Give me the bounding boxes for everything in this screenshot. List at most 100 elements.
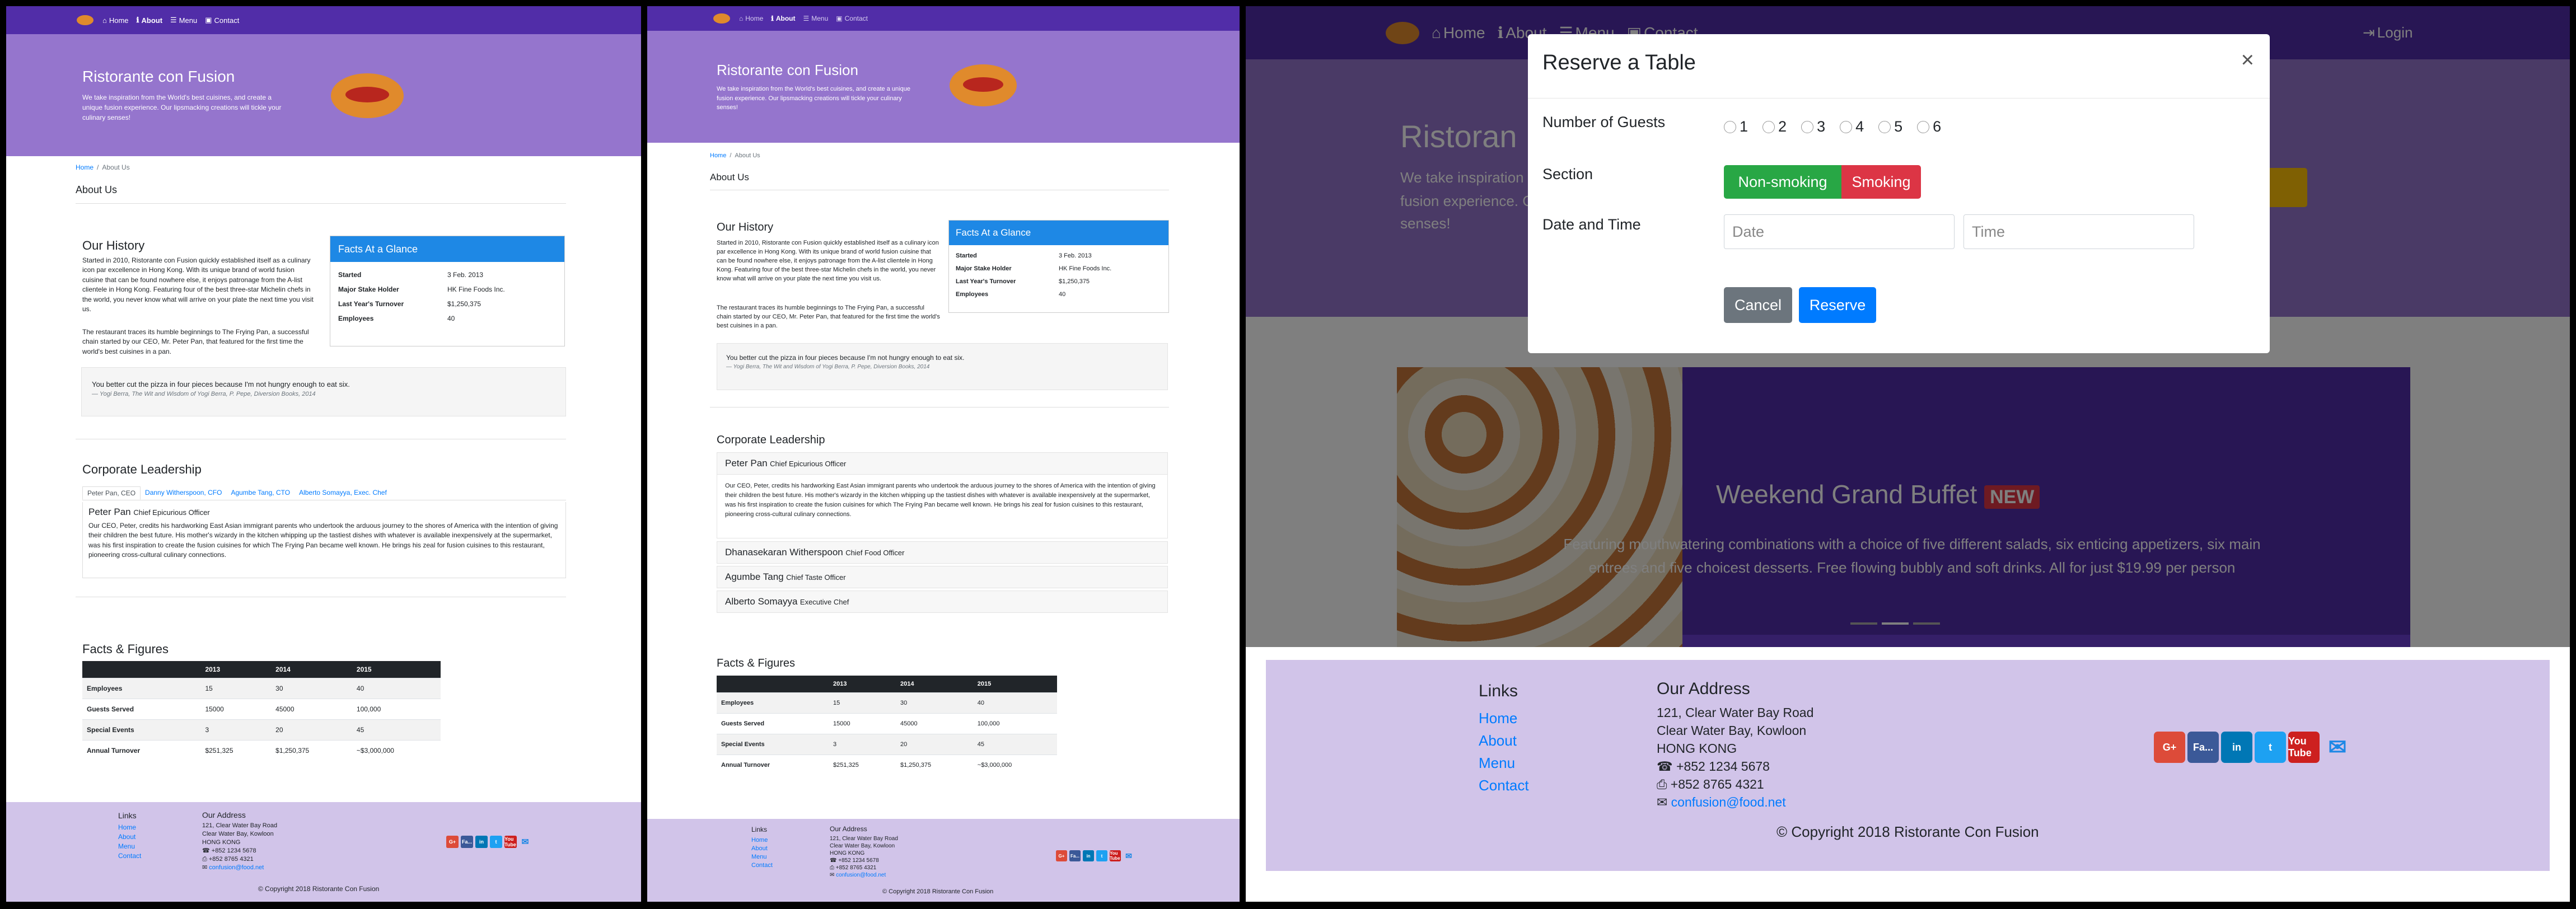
guest-option-1[interactable]: 1 (1724, 118, 1748, 135)
radio-icon[interactable] (1724, 120, 1736, 133)
guest-option-2[interactable]: 2 (1762, 118, 1787, 135)
nav-menu[interactable]: ☰Menu (803, 15, 828, 22)
home-icon: ⌂ (102, 16, 107, 25)
date-input[interactable]: Date (1724, 214, 1955, 249)
guest-option-4[interactable]: 4 (1840, 118, 1864, 135)
nav-about[interactable]: ℹAbout (771, 15, 795, 22)
footer-link-menu[interactable]: Menu (118, 842, 141, 851)
nav-about[interactable]: ℹAbout (137, 16, 163, 25)
close-icon[interactable]: × (2241, 48, 2254, 73)
accordion-item-2-header[interactable]: Dhanasekaran Witherspoon Chief Food Offi… (717, 541, 1168, 564)
reserve-button[interactable]: Reserve (1799, 287, 1876, 323)
fact-value: 3 Feb. 2013 (447, 271, 484, 279)
guest-option-3[interactable]: 3 (1801, 118, 1825, 135)
table-cell: 15 (829, 692, 896, 714)
accordion-item-4-header[interactable]: Alberto Somayya Executive Chef (717, 591, 1168, 613)
cancel-button[interactable]: Cancel (1724, 287, 1792, 323)
twitter-icon[interactable]: t (2255, 732, 2286, 763)
figures-heading: Facts & Figures (82, 642, 169, 656)
radio-icon[interactable] (1801, 120, 1814, 133)
accordion-item-1-header[interactable]: Peter Pan Chief Epicurious Officer (717, 452, 1168, 475)
footer-address: Our Address 121, Clear Water Bay Road Cle… (1657, 680, 1814, 810)
leadership-tab-4[interactable]: Alberto Somayya, Exec. Chef (294, 486, 391, 500)
nav-contact[interactable]: ▣Contact (205, 16, 239, 25)
radio-icon[interactable] (1878, 120, 1891, 133)
social-links: G+ Fa... in t You Tube ✉ (1056, 850, 1137, 861)
footer-email-link[interactable]: confusion@food.net (209, 864, 264, 871)
nav-home[interactable]: ⌂Home (102, 16, 129, 25)
table-cell: 45000 (271, 699, 352, 720)
fact-label: Started (338, 271, 362, 279)
non-smoking-button[interactable]: Non-smoking (1724, 165, 1841, 199)
footer-link-home[interactable]: Home (118, 823, 141, 832)
footer-link-menu[interactable]: Menu (751, 853, 773, 861)
footer: Links Home About Menu Contact Our Address 1… (647, 819, 1240, 902)
nav-home[interactable]: ⌂Home (739, 15, 763, 22)
nav-menu[interactable]: ☰Menu (170, 16, 197, 25)
breadcrumb: Home / About Us (710, 152, 760, 159)
facebook-icon[interactable]: Fa... (2187, 732, 2219, 763)
leadership-tabs: Peter Pan, CEO Danny Witherspoon, CFO Agum… (82, 486, 566, 500)
fact-label: Employees (956, 291, 989, 298)
twitter-icon[interactable]: t (1096, 850, 1107, 861)
footer-link-contact[interactable]: Contact (118, 851, 141, 861)
twitter-icon[interactable]: t (490, 836, 502, 848)
footer-link-about[interactable]: About (751, 845, 773, 853)
table-header-row: 2013 2014 2015 (82, 661, 441, 678)
fact-row: Last Year's Turnover $1,250,375 (956, 275, 1162, 288)
leadership-tab-1[interactable]: Peter Pan, CEO (82, 486, 141, 500)
guest-option-6[interactable]: 6 (1917, 118, 1941, 135)
linkedin-icon[interactable]: in (1083, 850, 1094, 861)
time-input[interactable]: Time (1963, 214, 2194, 249)
mail-icon[interactable]: ✉ (2322, 732, 2353, 763)
footer-link-home[interactable]: Home (751, 836, 773, 845)
guests-radio-group: 123456 (1724, 118, 1956, 135)
copyright: © Copyright 2018 Ristorante Con Fusion (1776, 823, 2039, 840)
guest-option-5[interactable]: 5 (1878, 118, 1902, 135)
breadcrumb-home[interactable]: Home (76, 163, 93, 171)
radio-icon[interactable] (1840, 120, 1853, 133)
google-plus-icon[interactable]: G+ (2154, 732, 2185, 763)
radio-icon[interactable] (1917, 120, 1930, 133)
table-cell: 3 (829, 734, 896, 755)
mail-icon[interactable]: ✉ (1123, 850, 1134, 861)
mail-icon[interactable]: ✉ (519, 836, 531, 848)
accordion-item-3-header[interactable]: Agumbe Tang Chief Taste Officer (717, 566, 1168, 588)
brand-logo[interactable] (713, 13, 730, 24)
footer: Links Home About Menu Contact Our Address 1… (1266, 660, 2550, 871)
linkedin-icon[interactable]: in (475, 836, 488, 848)
fax-icon: ⎙ (830, 865, 836, 871)
smoking-button[interactable]: Smoking (1841, 165, 1921, 199)
linkedin-icon[interactable]: in (2221, 732, 2252, 763)
facebook-icon[interactable]: Fa... (1069, 850, 1081, 861)
brand-logo[interactable] (77, 15, 93, 25)
footer-link-home[interactable]: Home (1479, 707, 1529, 729)
guests-label: Number of Guests (1542, 114, 1666, 130)
reserve-table-modal: Reserve a Table × Number of Guests 12345… (1528, 34, 2270, 353)
youtube-icon[interactable]: You Tube (2288, 732, 2320, 763)
footer-link-about[interactable]: About (1479, 729, 1529, 752)
youtube-icon[interactable]: You Tube (1110, 850, 1121, 861)
nav-contact[interactable]: ▣Contact (836, 15, 868, 22)
leadership-tab-3[interactable]: Agumbe Tang, CTO (226, 486, 294, 500)
list-icon: ☰ (170, 16, 177, 24)
footer-email-link[interactable]: confusion@food.net (1671, 795, 1786, 809)
envelope-icon: ✉ (830, 872, 836, 878)
breadcrumb-home[interactable]: Home (710, 152, 726, 159)
leadership-tab-2[interactable]: Danny Witherspoon, CFO (141, 486, 226, 500)
footer-link-menu[interactable]: Menu (1479, 752, 1529, 774)
table-row: Guests Served 15000 45000 100,000 (82, 699, 441, 720)
fax-icon: ⎙ (202, 856, 209, 863)
facebook-icon[interactable]: Fa... (461, 836, 473, 848)
footer-link-about[interactable]: About (118, 832, 141, 842)
footer-link-contact[interactable]: Contact (1479, 774, 1529, 796)
modal-title: Reserve a Table (1542, 51, 1696, 74)
table-cell: 15000 (200, 699, 272, 720)
youtube-icon[interactable]: You Tube (504, 836, 517, 848)
home-page-reserve-modal-view: ⌂Home ℹAbout ☰Menu ▣Contact ⇥Login Risto… (1246, 6, 2570, 902)
radio-icon[interactable] (1762, 120, 1775, 133)
google-plus-icon[interactable]: G+ (1056, 850, 1067, 861)
footer-link-contact[interactable]: Contact (751, 861, 773, 870)
footer-email-link[interactable]: confusion@food.net (836, 872, 886, 878)
google-plus-icon[interactable]: G+ (446, 836, 459, 848)
